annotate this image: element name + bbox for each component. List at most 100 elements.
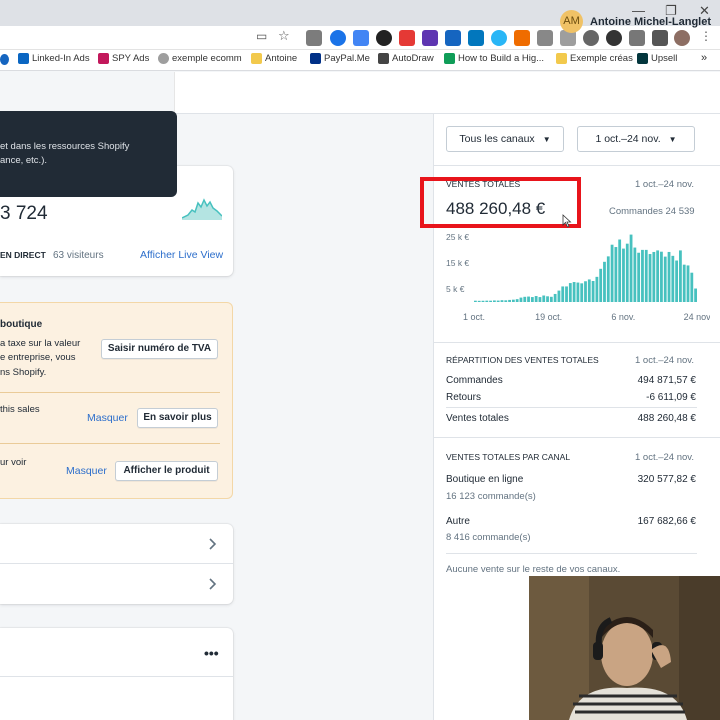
enter-vat-button[interactable]: Saisir numéro de TVA [101,339,218,359]
user-name[interactable]: Antoine Michel-Langlet [590,16,711,28]
chart-bar[interactable] [538,297,542,302]
chart-bar[interactable] [511,299,515,302]
chart-bar[interactable] [656,250,660,302]
chart-bar[interactable] [591,281,595,302]
chart-bar[interactable] [637,252,641,302]
chart-bar[interactable] [580,283,584,302]
chart-bar[interactable] [641,249,644,302]
bookmark-spy-ads[interactable]: SPY Ads [98,53,149,64]
extensions-puzzle-icon[interactable] [652,30,668,46]
extension-dark-icon[interactable] [606,30,622,46]
chevron-right-icon[interactable] [209,538,217,550]
extension-box-icon[interactable] [537,30,553,46]
bookmark-antoine[interactable]: Antoine [251,53,297,64]
chart-bar[interactable] [614,247,618,302]
chevron-right-icon[interactable] [209,578,217,590]
chart-bar[interactable] [553,293,557,302]
chart-bar[interactable] [477,300,481,302]
bookmark-how-to-build[interactable]: How to Build a Hig... [444,53,544,64]
chart-bar[interactable] [515,299,519,302]
chart-bar[interactable] [694,288,697,302]
chart-bar[interactable] [622,248,625,302]
chart-bar[interactable] [485,300,489,302]
chart-bar[interactable] [629,234,633,302]
extension-camera-icon[interactable] [629,30,645,46]
chart-bar[interactable] [660,251,663,302]
chart-bar[interactable] [595,276,599,302]
chart-bar[interactable] [599,268,603,302]
extension-a-icon[interactable] [445,30,461,46]
chart-bar[interactable] [481,300,485,302]
chart-bar[interactable] [546,296,549,302]
extension-o-icon[interactable] [330,30,346,46]
chart-bar[interactable] [527,296,530,302]
chart-bar[interactable] [625,243,629,302]
extension-code-icon[interactable] [306,30,322,46]
bookmark-star-icon[interactable]: ☆ [278,28,290,44]
show-product-button[interactable]: Afficher le produit [115,461,218,481]
chart-bar[interactable] [572,282,576,302]
chart-bar[interactable] [618,239,622,302]
chart-bar[interactable] [500,300,504,302]
bookmark-partial-icon[interactable] [0,54,9,65]
chart-bar[interactable] [489,300,492,302]
chart-bar[interactable] [633,247,637,302]
chart-bar[interactable] [667,251,671,302]
chart-bar[interactable] [534,296,538,302]
chart-bar[interactable] [587,279,591,302]
chart-bar[interactable] [530,297,534,302]
chart-bar[interactable] [523,296,527,302]
learn-more-button[interactable]: En savoir plus [137,408,218,428]
channel-select[interactable]: Tous les canaux ▼ [446,126,564,152]
avatar[interactable]: AM [560,10,583,33]
extension-office-icon[interactable] [514,30,530,46]
chart-bar[interactable] [675,260,679,302]
profile-avatar-icon[interactable] [674,30,690,46]
chart-bar[interactable] [652,251,656,302]
hide-link-2[interactable]: Masquer [66,465,107,477]
live-view-link[interactable]: Afficher Live View [140,249,223,261]
chart-bar[interactable] [519,297,523,302]
chart-bar[interactable] [644,249,648,302]
hide-link-1[interactable]: Masquer [87,412,128,424]
bookmark-exemple-creas[interactable]: Exemple créas [556,53,633,64]
extension-gear-icon[interactable] [422,30,438,46]
chart-bar[interactable] [492,300,496,302]
chart-bar[interactable] [671,255,675,302]
chart-bar[interactable] [603,261,606,302]
chart-bar[interactable] [542,295,546,302]
chart-bar[interactable] [663,256,667,302]
chart-bar[interactable] [606,256,610,302]
chart-bar[interactable] [610,244,614,302]
chart-bar[interactable] [576,282,580,302]
browser-menu-icon[interactable]: ⋮ [700,29,712,43]
bookmark-upsell[interactable]: Upsell [637,53,677,64]
chart-bar[interactable] [686,265,690,302]
extension-grid-icon[interactable] [353,30,369,46]
extension-circle-icon[interactable] [376,30,392,46]
chart-bar[interactable] [496,300,500,302]
chart-bar[interactable] [568,283,572,302]
chart-bar[interactable] [474,300,477,302]
bookmark-linkedin-ads[interactable]: Linked-In Ads [18,53,90,64]
chart-bar[interactable] [508,299,511,302]
bookmark-paypal[interactable]: PayPal.Me [310,53,370,64]
extension-wifi-icon[interactable] [491,30,507,46]
chart-bar[interactable] [682,264,686,302]
extension-b-icon[interactable] [468,30,484,46]
chart-bar[interactable] [690,272,694,302]
chart-bar[interactable] [648,254,652,302]
chart-bar[interactable] [679,250,682,302]
extension-ball-icon[interactable] [583,30,599,46]
chart-bar[interactable] [565,286,568,302]
chart-bar[interactable] [504,300,508,302]
cast-icon[interactable]: ▭ [256,29,267,43]
bookmark-exemple-ecomm[interactable]: exemple ecomm [158,53,242,64]
more-actions-icon[interactable]: ••• [204,645,219,661]
chart-bar[interactable] [549,296,553,302]
date-range-select[interactable]: 1 oct.–24 nov. ▼ [577,126,695,152]
more-bookmarks-icon[interactable]: » [701,52,707,64]
chart-bar[interactable] [584,281,587,302]
extension-youtube-icon[interactable] [399,30,415,46]
chart-bar[interactable] [557,290,561,302]
